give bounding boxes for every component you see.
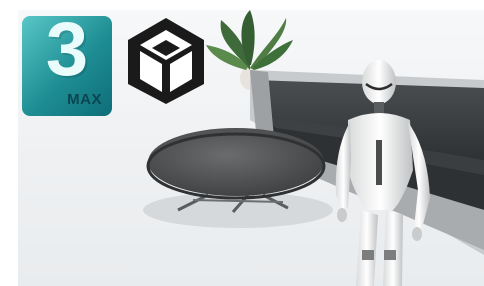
coffee-table: [143, 128, 333, 228]
3ds-max-logo: 3 MAX: [22, 12, 112, 116]
scene-image: 3 MAX: [18, 10, 484, 286]
max-logo-digit: 3: [45, 10, 89, 92]
max-logo-label: MAX: [67, 91, 102, 108]
unity-logo-icon: [128, 18, 204, 104]
